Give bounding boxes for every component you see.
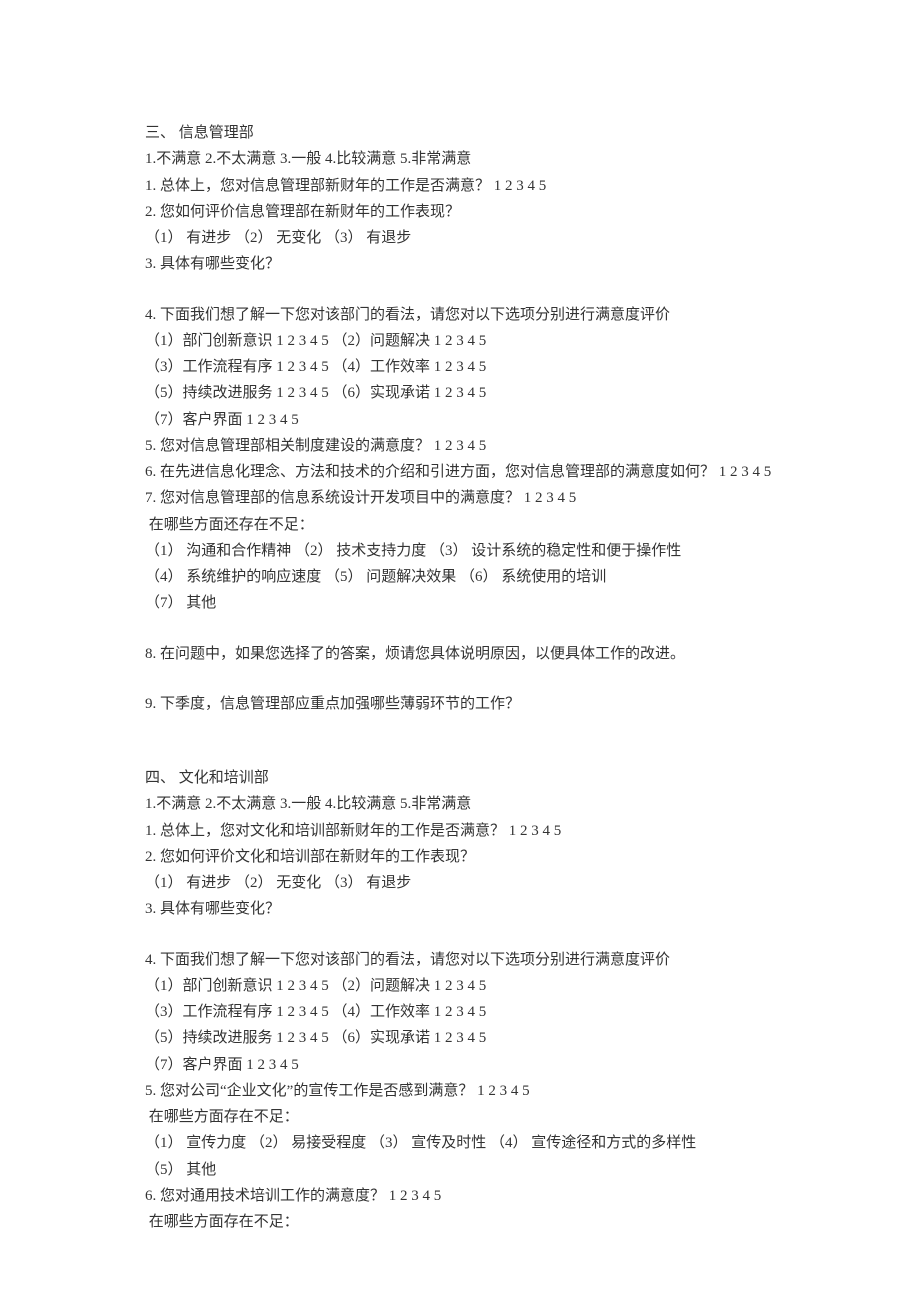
section-4-title: 四、 文化和培训部 — [145, 765, 775, 791]
section-3-q7-line1: （1） 沟通和合作精神 （2） 技术支持力度 （3） 设计系统的稳定性和便于操作… — [145, 538, 775, 564]
section-3-q4-line3: （5）持续改进服务 1 2 3 4 5 （6）实现承诺 1 2 3 4 5 — [145, 380, 775, 406]
section-3-q1: 1. 总体上，您对信息管理部新财年的工作是否满意？ 1 2 3 4 5 — [145, 173, 775, 199]
section-3-q2: 2. 您如何评价信息管理部在新财年的工作表现？ — [145, 199, 775, 225]
section-3-q7-deficit: 在哪些方面还存在不足： — [145, 512, 775, 538]
section-3-q8: 8. 在问题中，如果您选择了的答案，烦请您具体说明原因，以便具体工作的改进。 — [145, 641, 775, 667]
section-4-q4: 4. 下面我们想了解一下您对该部门的看法，请您对以下选项分别进行满意度评价 — [145, 947, 775, 973]
section-4-q2-options: （1） 有进步 （2） 无变化 （3） 有退步 — [145, 870, 775, 896]
section-3-q7-line3: （7） 其他 — [145, 590, 775, 616]
section-4-q5-line2: （5） 其他 — [145, 1157, 775, 1183]
section-4-q6: 6. 您对通用技术培训工作的满意度？ 1 2 3 4 5 — [145, 1183, 775, 1209]
section-3-q7: 7. 您对信息管理部的信息系统设计开发项目中的满意度？ 1 2 3 4 5 — [145, 485, 775, 511]
blank-line — [145, 278, 775, 302]
blank-line — [145, 923, 775, 947]
section-3-q5: 5. 您对信息管理部相关制度建设的满意度？ 1 2 3 4 5 — [145, 433, 775, 459]
section-4-q1: 1. 总体上，您对文化和培训部新财年的工作是否满意？ 1 2 3 4 5 — [145, 818, 775, 844]
section-3-q4-line1: （1）部门创新意识 1 2 3 4 5 （2）问题解决 1 2 3 4 5 — [145, 328, 775, 354]
section-3-q3: 3. 具体有哪些变化？ — [145, 251, 775, 277]
section-3: 三、 信息管理部 1.不满意 2.不太满意 3.一般 4.比较满意 5.非常满意… — [145, 120, 775, 717]
section-4: 四、 文化和培训部 1.不满意 2.不太满意 3.一般 4.比较满意 5.非常满… — [145, 765, 775, 1235]
section-3-q4: 4. 下面我们想了解一下您对该部门的看法，请您对以下选项分别进行满意度评价 — [145, 302, 775, 328]
section-4-q4-line3: （5）持续改进服务 1 2 3 4 5 （6）实现承诺 1 2 3 4 5 — [145, 1025, 775, 1051]
section-3-q7-line2: （4） 系统维护的响应速度 （5） 问题解决效果 （6） 系统使用的培训 — [145, 564, 775, 590]
section-4-q6-deficit: 在哪些方面存在不足： — [145, 1209, 775, 1235]
section-3-q4-line4: （7）客户界面 1 2 3 4 5 — [145, 407, 775, 433]
section-4-scale: 1.不满意 2.不太满意 3.一般 4.比较满意 5.非常满意 — [145, 791, 775, 817]
blank-line — [145, 617, 775, 641]
section-4-q4-line1: （1）部门创新意识 1 2 3 4 5 （2）问题解决 1 2 3 4 5 — [145, 973, 775, 999]
section-3-q6: 6. 在先进信息化理念、方法和技术的介绍和引进方面，您对信息管理部的满意度如何？… — [145, 459, 775, 485]
section-3-title: 三、 信息管理部 — [145, 120, 775, 146]
section-3-q2-options: （1） 有进步 （2） 无变化 （3） 有退步 — [145, 225, 775, 251]
section-divider — [145, 717, 775, 765]
section-4-q3: 3. 具体有哪些变化？ — [145, 896, 775, 922]
blank-line — [145, 667, 775, 691]
section-3-scale: 1.不满意 2.不太满意 3.一般 4.比较满意 5.非常满意 — [145, 146, 775, 172]
section-4-q5-line1: （1） 宣传力度 （2） 易接受程度 （3） 宣传及时性 （4） 宣传途径和方式… — [145, 1130, 775, 1156]
section-4-q2: 2. 您如何评价文化和培训部在新财年的工作表现？ — [145, 844, 775, 870]
section-4-q4-line2: （3）工作流程有序 1 2 3 4 5 （4）工作效率 1 2 3 4 5 — [145, 999, 775, 1025]
section-4-q5: 5. 您对公司“企业文化”的宣传工作是否感到满意？ 1 2 3 4 5 — [145, 1078, 775, 1104]
section-3-q4-line2: （3）工作流程有序 1 2 3 4 5 （4）工作效率 1 2 3 4 5 — [145, 354, 775, 380]
section-3-q9: 9. 下季度，信息管理部应重点加强哪些薄弱环节的工作？ — [145, 691, 775, 717]
section-4-q5-deficit: 在哪些方面存在不足： — [145, 1104, 775, 1130]
section-4-q4-line4: （7）客户界面 1 2 3 4 5 — [145, 1052, 775, 1078]
